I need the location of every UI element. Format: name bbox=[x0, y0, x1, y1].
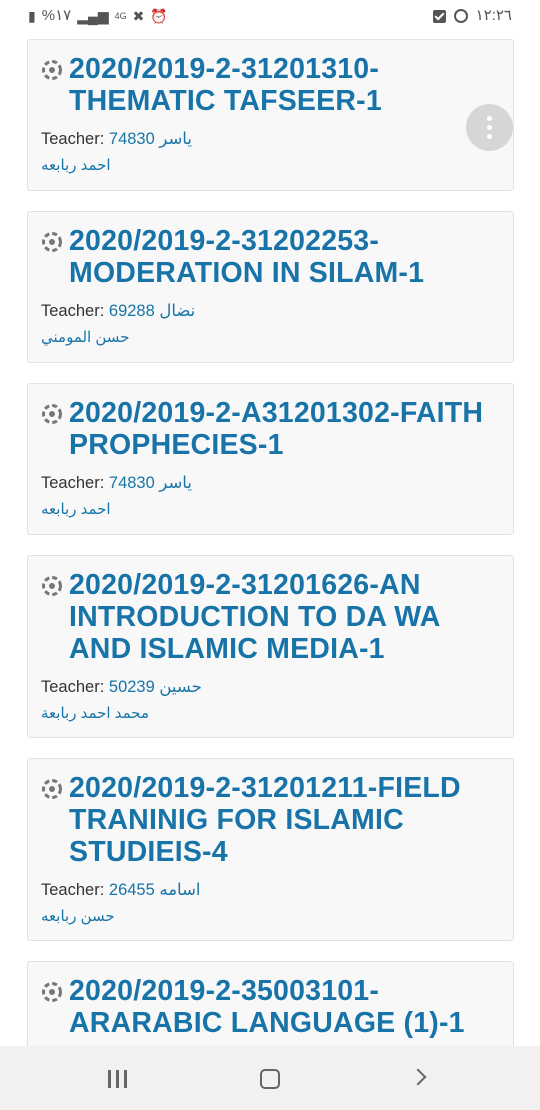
more-vert-icon-dot bbox=[487, 125, 492, 130]
teacher-line: Teacher: 74830 ياسر bbox=[41, 129, 192, 149]
course-card[interactable]: 2020/2019-2-31201310-THEMATIC TAFSEER-1 … bbox=[27, 39, 514, 191]
more-vert-icon-dot bbox=[487, 134, 492, 139]
course-list: 2020/2019-2-31201310-THEMATIC TAFSEER-1 … bbox=[0, 34, 540, 1046]
course-title[interactable]: 2020/2019-2-31201211-FIELD TRANINIG FOR … bbox=[69, 772, 503, 868]
course-card[interactable]: 2020/2019-2-31201626-AN INTRODUCTION TO … bbox=[27, 555, 514, 738]
back-button[interactable] bbox=[409, 1068, 427, 1086]
course-title[interactable]: 2020/2019-2-31202253-MODERATION IN SILAM… bbox=[69, 225, 503, 289]
course-icon bbox=[42, 779, 62, 799]
network-type: 4G bbox=[114, 11, 127, 21]
recents-icon bbox=[108, 1070, 111, 1088]
status-left: ▮ %١٧ ▂▄▆ 4G ✖ ⏰ bbox=[28, 7, 168, 25]
teacher-link[interactable]: 26455 اسامه bbox=[109, 881, 201, 899]
teacher-link[interactable]: 74830 ياسر bbox=[109, 130, 192, 148]
teacher-link[interactable]: 50239 حسين bbox=[109, 678, 202, 696]
teacher-line: Teacher: 26455 اسامه bbox=[41, 880, 200, 900]
course-icon bbox=[42, 60, 62, 80]
teacher-label: Teacher: bbox=[41, 130, 105, 148]
teacher-name-link[interactable]: حسن ربابعه bbox=[41, 907, 115, 927]
course-icon bbox=[42, 404, 62, 424]
course-card[interactable]: 2020/2019-2-35003101-ARARABIC LANGUAGE (… bbox=[27, 961, 514, 1046]
course-title[interactable]: 2020/2019-2-31201310-THEMATIC TAFSEER-1 bbox=[69, 53, 503, 117]
teacher-link[interactable]: 74830 ياسر bbox=[109, 474, 192, 492]
battery-icon: ▮ bbox=[28, 8, 36, 24]
teacher-label: Teacher: bbox=[41, 678, 105, 696]
teacher-line: Teacher: 74830 ياسر bbox=[41, 473, 192, 493]
teacher-name-link[interactable]: احمد ربابعه bbox=[41, 500, 111, 520]
alarm-icon: ⏰ bbox=[150, 8, 168, 24]
course-icon bbox=[42, 982, 62, 1002]
recents-icon-bar bbox=[124, 1070, 127, 1088]
teacher-label: Teacher: bbox=[41, 881, 105, 899]
navigation-bar bbox=[0, 1046, 540, 1110]
teacher-name-link[interactable]: محمد احمد ربابعة bbox=[41, 704, 149, 724]
battery-percent: %١٧ bbox=[41, 7, 72, 24]
course-card[interactable]: 2020/2019-2-31201211-FIELD TRANINIG FOR … bbox=[27, 758, 514, 941]
course-title[interactable]: 2020/2019-2-31201626-AN INTRODUCTION TO … bbox=[69, 569, 503, 665]
course-card[interactable]: 2020/2019-2-31202253-MODERATION IN SILAM… bbox=[27, 211, 514, 363]
course-title[interactable]: 2020/2019-2-35003101-ARARABIC LANGUAGE (… bbox=[69, 975, 503, 1039]
mute-icon: ✖ bbox=[132, 8, 145, 24]
signal-icon: ▂▄▆ bbox=[77, 8, 109, 24]
checkbox-notification-icon bbox=[432, 9, 446, 23]
course-icon bbox=[42, 576, 62, 596]
clock: ١٢:٢٦ bbox=[475, 7, 512, 24]
teacher-label: Teacher: bbox=[41, 474, 105, 492]
course-title[interactable]: 2020/2019-2-A31201302-FAITH PROPHECIES-1 bbox=[69, 397, 503, 461]
status-bar: ▮ %١٧ ▂▄▆ 4G ✖ ⏰ ١٢:٢٦ bbox=[0, 0, 540, 34]
teacher-name-link[interactable]: احمد ربابعه bbox=[41, 156, 111, 176]
teacher-name-link[interactable]: حسن المومني bbox=[41, 328, 129, 348]
course-icon bbox=[42, 232, 62, 252]
teacher-line: Teacher: 69288 نضال bbox=[41, 301, 195, 321]
home-button[interactable] bbox=[260, 1069, 280, 1089]
recents-button[interactable] bbox=[108, 1070, 130, 1088]
teacher-link[interactable]: 69288 نضال bbox=[109, 302, 195, 320]
more-options-button[interactable] bbox=[466, 104, 513, 151]
status-right: ١٢:٢٦ bbox=[432, 7, 512, 25]
course-card[interactable]: 2020/2019-2-A31201302-FAITH PROPHECIES-1… bbox=[27, 383, 514, 535]
whatsapp-icon bbox=[453, 9, 468, 23]
teacher-line: Teacher: 50239 حسين bbox=[41, 677, 202, 697]
more-vert-icon bbox=[487, 116, 492, 121]
teacher-label: Teacher: bbox=[41, 302, 105, 320]
recents-icon-bar bbox=[116, 1070, 119, 1088]
